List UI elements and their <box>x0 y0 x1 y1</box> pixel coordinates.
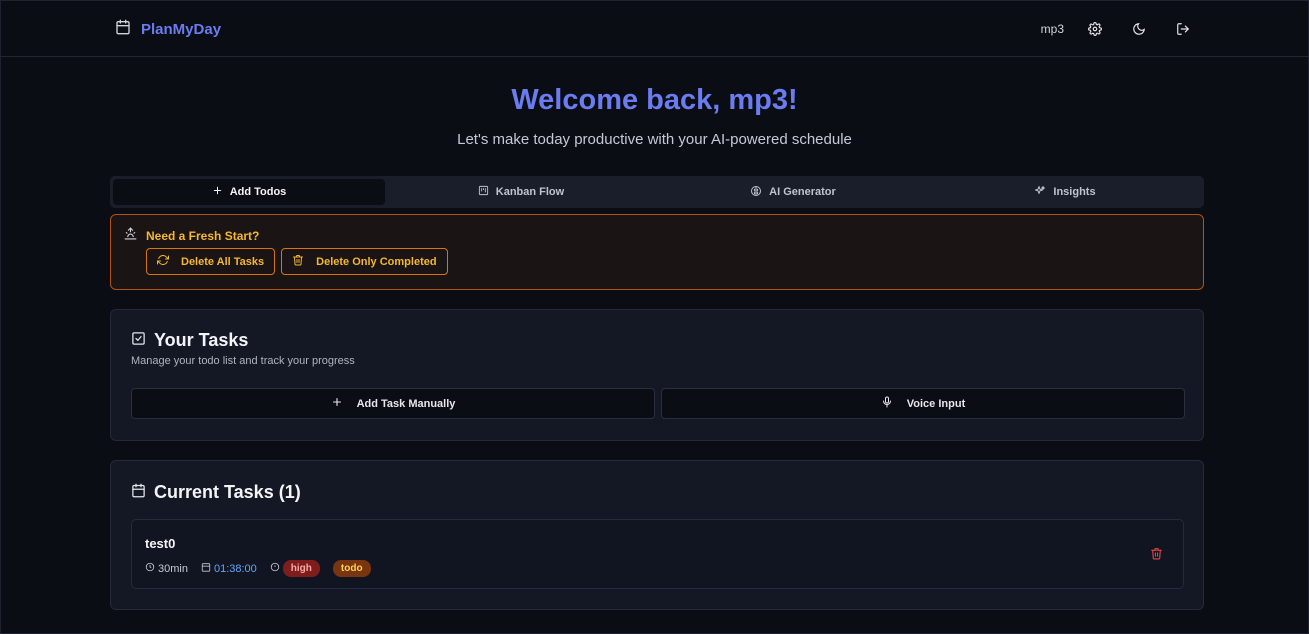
task-time: 01:38:00 <box>201 562 257 575</box>
main-tabs: Add Todos Kanban Flow AI Generator Insig… <box>110 176 1204 208</box>
microphone-icon <box>881 396 893 411</box>
moon-icon[interactable] <box>1126 18 1152 40</box>
app-name: PlanMyDay <box>141 21 222 38</box>
delete-completed-label: Delete Only Completed <box>316 255 437 268</box>
your-tasks-card: Your Tasks Manage your todo list and tra… <box>110 309 1204 441</box>
voice-input-button[interactable]: Voice Input <box>661 388 1185 419</box>
user-name: mp3 <box>1040 22 1064 36</box>
your-tasks-title: Your Tasks <box>154 330 249 350</box>
tab-label: Add Todos <box>229 186 287 198</box>
delete-completed-button[interactable]: Delete Only Completed <box>281 248 448 275</box>
add-task-manually-button[interactable]: Add Task Manually <box>131 388 655 419</box>
plus-icon <box>212 185 223 199</box>
delete-task-trash-icon[interactable] <box>1150 547 1163 565</box>
tab-label: AI Generator <box>769 186 836 198</box>
refresh-icon <box>157 254 169 269</box>
trash-icon <box>292 254 304 269</box>
current-tasks-card: Current Tasks (1) test0 30min 01:38:00 h… <box>110 460 1204 610</box>
fresh-start-panel: Need a Fresh Start? Delete All Tasks Del… <box>110 214 1204 290</box>
plus-icon <box>331 396 343 411</box>
time-value: 01:38:00 <box>213 562 257 575</box>
welcome-subtitle: Let's make today productive with your AI… <box>457 131 852 148</box>
current-tasks-title: Current Tasks (1) <box>154 482 301 502</box>
calendar-icon <box>131 482 146 503</box>
your-tasks-heading: Your Tasks <box>131 330 248 351</box>
duration-value: 30min <box>158 562 188 575</box>
tab-label: Insights <box>1053 186 1096 198</box>
logout-icon[interactable] <box>1170 18 1196 40</box>
delete-all-tasks-button[interactable]: Delete All Tasks <box>146 248 276 275</box>
add-task-label: Add Task Manually <box>356 397 456 410</box>
sunrise-icon <box>124 227 137 245</box>
sparkles-icon <box>1034 185 1046 200</box>
your-tasks-description: Manage your todo list and track your pro… <box>131 355 355 367</box>
gear-icon[interactable] <box>1082 18 1108 40</box>
delete-all-label: Delete All Tasks <box>181 255 265 268</box>
tab-label: Kanban Flow <box>495 186 565 198</box>
checkbox-icon <box>131 330 146 351</box>
welcome-title: Welcome back, mp3! <box>511 84 798 116</box>
priority-badge: high <box>282 560 320 577</box>
fresh-start-title: Need a Fresh Start? <box>146 229 260 243</box>
tab-add-todos[interactable]: Add Todos <box>113 179 385 205</box>
voice-input-label: Voice Input <box>906 397 966 410</box>
tab-ai-generator[interactable]: AI Generator <box>657 179 929 205</box>
current-tasks-heading: Current Tasks (1) <box>131 482 301 503</box>
clock-icon <box>145 562 155 575</box>
task-duration: 30min <box>145 562 188 575</box>
brand[interactable]: PlanMyDay <box>115 19 221 40</box>
brain-icon <box>750 185 762 200</box>
list-item[interactable]: test0 30min 01:38:00 high todo <box>131 519 1184 589</box>
calendar-icon <box>115 19 131 40</box>
kanban-icon <box>478 185 489 199</box>
status-badge: todo <box>332 560 371 577</box>
top-navbar: PlanMyDay mp3 <box>0 0 1309 57</box>
calendar-icon <box>201 562 211 575</box>
task-name: test0 <box>145 536 176 551</box>
tab-insights[interactable]: Insights <box>929 179 1201 205</box>
alert-circle-icon <box>270 562 280 575</box>
tab-kanban-flow[interactable]: Kanban Flow <box>385 179 657 205</box>
